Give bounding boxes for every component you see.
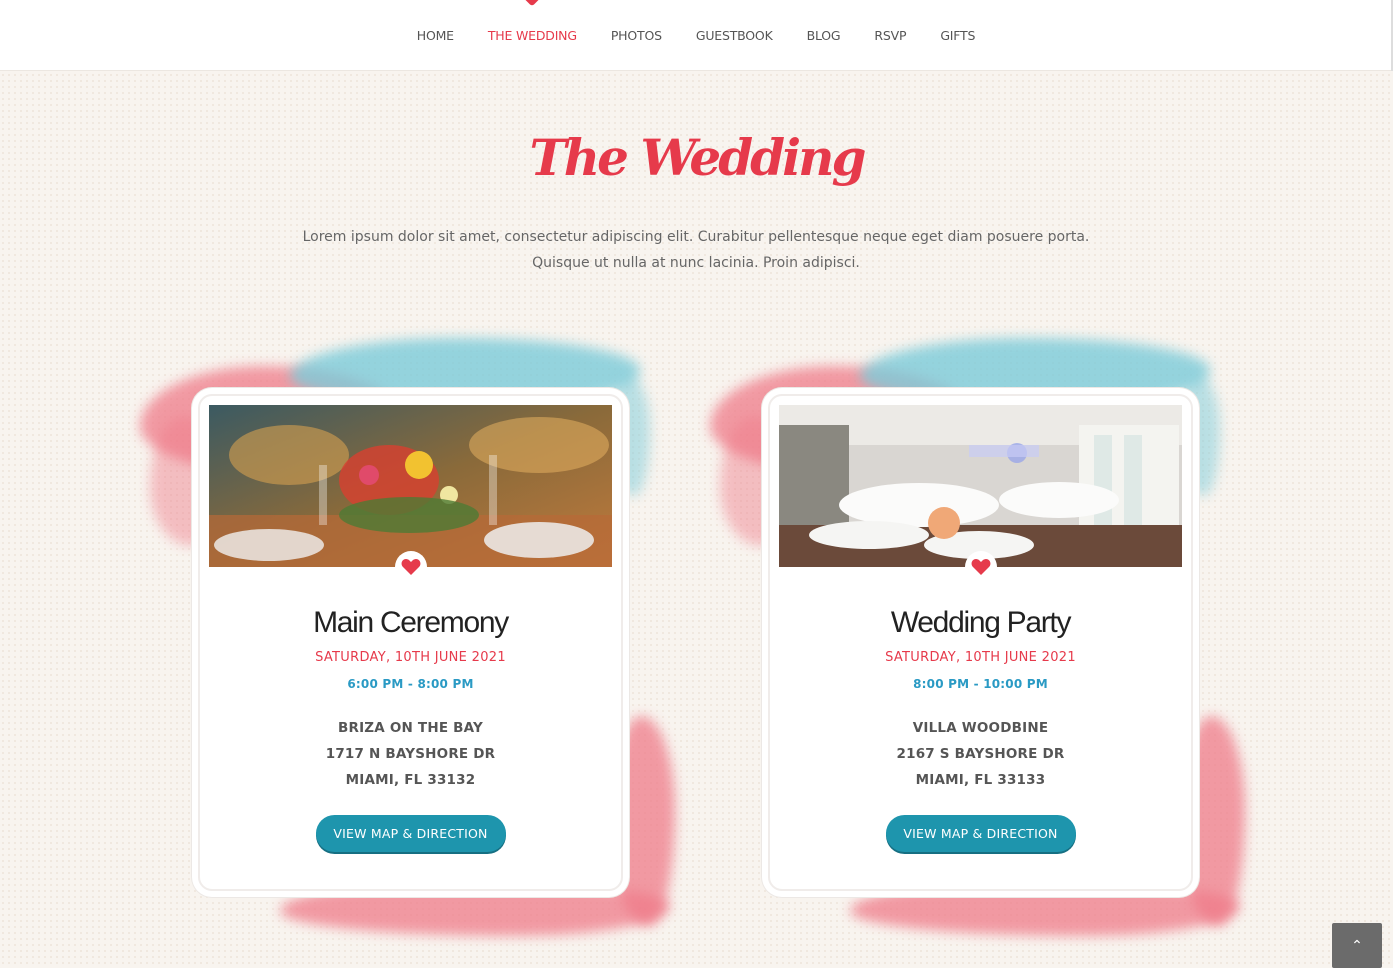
nav-item-label: HOME	[416, 27, 454, 43]
event-photo	[779, 405, 1182, 567]
nav-item-blog[interactable]: BLOG	[790, 28, 858, 43]
event-time: 6:00 PM - 8:00 PM	[347, 677, 474, 691]
event-address: VILLA WOODBINE 2167 S BAYSHORE DR MIAMI,…	[770, 715, 1191, 793]
event-card-frame: Main Ceremony SATURDAY, 10TH JUNE 2021 6…	[198, 394, 623, 891]
event-card-main-ceremony: Main Ceremony SATURDAY, 10TH JUNE 2021 6…	[140, 336, 685, 946]
section-title: The Wedding	[529, 128, 867, 187]
nav-item-guestbook[interactable]: GUESTBOOK	[679, 28, 790, 43]
nav-item-label: GIFTS	[940, 27, 976, 43]
nav-item-label: GUESTBOOK	[695, 27, 773, 43]
nav-item-rsvp[interactable]: RSVP	[857, 28, 923, 43]
heart-icon	[964, 551, 997, 583]
nav-item-label: RSVP	[874, 27, 907, 43]
nav-item-gifts[interactable]: GIFTS	[923, 28, 992, 43]
event-card-frame: Wedding Party SATURDAY, 10TH JUNE 2021 8…	[768, 394, 1193, 891]
back-to-top-button[interactable]: ⌃	[1332, 923, 1382, 968]
view-map-button[interactable]: VIEW MAP & DIRECTION	[315, 815, 506, 852]
nav-item-the-wedding[interactable]: THE WEDDING	[471, 0, 594, 43]
venue-street: 1717 N BAYSHORE DR	[325, 746, 496, 762]
venue-street: 2167 S BAYSHORE DR	[896, 746, 1065, 762]
event-address: BRIZA ON THE BAY 1717 N BAYSHORE DR MIAM…	[200, 715, 621, 793]
nav-item-home[interactable]: HOME	[400, 28, 471, 43]
section-intro: Lorem ipsum dolor sit amet, consectetur …	[296, 224, 1096, 276]
event-photo	[209, 405, 612, 567]
event-title: Main Ceremony	[313, 606, 509, 639]
venue-city: MIAMI, FL 33132	[345, 772, 476, 788]
heart-icon	[394, 551, 427, 583]
active-marker-icon	[523, 0, 541, 6]
chevron-up-icon: ⌃	[1351, 937, 1363, 954]
venue-name: VILLA WOODBINE	[912, 720, 1049, 736]
nav-menu: HOME THE WEDDING PHOTOS GUESTBOOK BLOG R…	[400, 0, 992, 43]
nav-item-label: BLOG	[806, 27, 841, 43]
nav-item-photos[interactable]: PHOTOS	[594, 28, 679, 43]
venue-name: BRIZA ON THE BAY	[338, 720, 483, 736]
event-title: Wedding Party	[890, 606, 1072, 639]
venue-city: MIAMI, FL 33133	[915, 772, 1046, 788]
intro-line: Quisque ut nulla at nunc lacinia. Proin …	[532, 255, 860, 271]
top-navigation: HOME THE WEDDING PHOTOS GUESTBOOK BLOG R…	[0, 0, 1393, 71]
view-map-button[interactable]: VIEW MAP & DIRECTION	[885, 815, 1076, 852]
event-time: 8:00 PM - 10:00 PM	[913, 677, 1048, 691]
event-date: SATURDAY, 10TH JUNE 2021	[885, 650, 1076, 665]
event-date: SATURDAY, 10TH JUNE 2021	[315, 650, 506, 665]
nav-item-label: THE WEDDING	[487, 27, 577, 43]
event-card-wedding-party: Wedding Party SATURDAY, 10TH JUNE 2021 8…	[710, 336, 1255, 946]
intro-line: Lorem ipsum dolor sit amet, consectetur …	[302, 229, 1090, 245]
nav-item-label: PHOTOS	[610, 27, 662, 43]
